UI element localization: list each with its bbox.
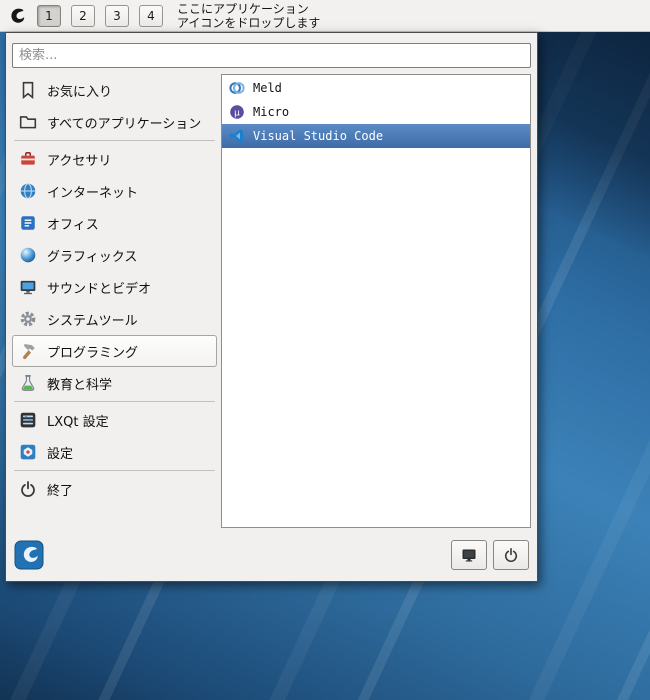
power-icon [503,547,519,563]
category-separator [14,401,215,402]
search-row [6,33,537,74]
quicklaunch-drop-hint: ここにアプリケーション アイコンをドロップします [177,2,320,30]
sphere-icon [19,246,37,264]
category-label: システムツール [47,313,138,329]
app-list: Meld μ Micro Visual Studio Code [221,74,531,528]
globe-icon [19,182,37,200]
flask-icon [19,374,37,392]
category-label: 教育と科学 [47,377,113,393]
app-label: Visual Studio Code [253,129,384,143]
category-label: すべてのアプリケーション [47,116,202,132]
lxqt-settings-icon [19,411,37,429]
preferences-icon [19,443,37,461]
category-item-sound-video[interactable]: サウンドとビデオ [12,271,217,303]
lxqt-bird-icon[interactable] [5,4,29,28]
screen: 1234 ここにアプリケーション アイコンをドロップします お気に入りすべてのア… [0,0,650,700]
app-item-vscode[interactable]: Visual Studio Code [222,124,530,148]
micro-icon: μ [229,104,245,120]
meld-icon [229,80,245,96]
app-label: Micro [253,105,290,119]
category-label: アクセサリ [47,153,112,169]
category-label: プログラミング [47,345,139,361]
category-item-office[interactable]: オフィス [12,207,217,239]
app-item-micro[interactable]: μ Micro [222,100,530,124]
category-separator [14,140,215,141]
drop-hint-line2: アイコンをドロップします [177,15,321,30]
gear-icon [19,310,37,328]
hammer-icon [19,342,37,360]
lxqt-logo-icon[interactable] [14,540,44,570]
app-label: Meld [253,81,282,95]
category-label: オフィス [47,217,99,233]
category-item-favorites[interactable]: お気に入り [12,74,217,106]
app-item-meld[interactable]: Meld [222,76,530,100]
taskbar-panel: 1234 ここにアプリケーション アイコンをドロップします [0,0,650,32]
category-label: 終了 [47,483,74,499]
category-item-education-science[interactable]: 教育と科学 [12,367,217,399]
monitor-icon [19,278,37,296]
svg-text:μ: μ [234,108,240,118]
workspace-button-2[interactable]: 2 [71,4,95,27]
category-item-graphics[interactable]: グラフィックス [12,239,217,271]
bookmark-icon [19,81,37,99]
category-label: サウンドとビデオ [47,281,152,297]
folder-icon [19,113,37,131]
category-label: インターネット [47,185,139,201]
toolbox-icon [19,150,37,168]
power-button[interactable] [493,539,529,570]
category-item-accessories[interactable]: アクセサリ [12,143,217,175]
office-icon [19,214,37,232]
workspace-button-4[interactable]: 4 [139,4,163,27]
category-label: お気に入り [47,84,113,100]
power-icon [19,480,37,498]
category-item-lxqt-settings[interactable]: LXQt 設定 [12,404,217,436]
category-separator [14,470,215,471]
menu-footer [6,528,537,581]
category-list: お気に入りすべてのアプリケーション アクセサリインターネット オフィスグラフィックス… [12,74,217,528]
workspace-button-1[interactable]: 1 [37,4,61,27]
category-item-all-applications[interactable]: すべてのアプリケーション [12,106,217,138]
vscode-icon [229,128,245,144]
app-menu-popup: お気に入りすべてのアプリケーションアクセサリインターネットオフィスグラフィックス… [5,32,538,582]
search-input[interactable] [12,43,531,68]
category-label: LXQt 設定 [47,414,109,430]
category-item-preferences[interactable]: 設定 [12,436,217,468]
menu-columns: お気に入りすべてのアプリケーション アクセサリインターネット オフィスグラフィックス… [6,74,537,528]
drop-hint-line1: ここにアプリケーション [177,1,309,16]
lock-screen-button[interactable] [451,539,487,570]
workspace-switcher: 1234 [37,4,163,27]
category-label: グラフィックス [47,249,138,265]
category-item-internet[interactable]: インターネット [12,175,217,207]
workspace-button-3[interactable]: 3 [105,4,129,27]
category-label: 設定 [47,446,74,462]
category-item-programming[interactable]: プログラミング [12,335,217,367]
category-item-system-tools[interactable]: システムツール [12,303,217,335]
category-item-leave[interactable]: 終了 [12,473,217,505]
screen-lock-icon [461,547,477,563]
